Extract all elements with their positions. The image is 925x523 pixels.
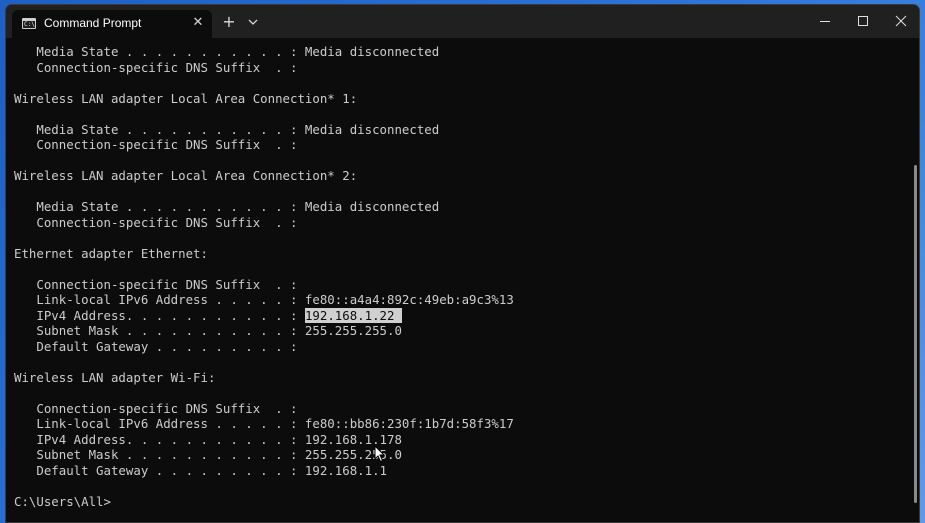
console-line: Link-local IPv6 Address . . . . . : fe80… xyxy=(14,416,514,431)
console-line: Connection-specific DNS Suffix . : xyxy=(14,59,298,75)
console-line-ipv4-ethernet: IPv4 Address. . . . . . . . . . . : 192.… xyxy=(14,307,402,324)
console-line: Link-local IPv6 Address . . . . . : fe80… xyxy=(14,292,514,307)
console-line: Media State . . . . . . . . . . . : Medi… xyxy=(14,199,440,214)
console-line: Default Gateway . . . . . . . . . : xyxy=(14,338,298,354)
minimize-icon xyxy=(820,21,830,22)
console-line: Connection-specific DNS Suffix . : xyxy=(14,276,298,292)
terminal-icon: C:\ xyxy=(22,18,36,29)
text-selection[interactable]: 192.168.1.22 xyxy=(304,307,402,323)
console-line: Connection-specific DNS Suffix . : xyxy=(14,214,298,230)
console-line: Wireless LAN adapter Wi-Fi: xyxy=(14,369,216,385)
console-line: Media State . . . . . . . . . . . : Medi… xyxy=(14,121,440,137)
console-line-prefix: IPv4 Address. . . . . . . . . . . : xyxy=(14,307,305,323)
console-line: Subnet Mask . . . . . . . . . . . : 255.… xyxy=(14,447,402,462)
minimize-button[interactable] xyxy=(806,5,844,38)
scrollbar[interactable] xyxy=(914,165,917,503)
terminal-window: C:\ Command Prompt ✕ + Media State . . .… xyxy=(5,4,920,523)
title-bar[interactable]: C:\ Command Prompt ✕ + xyxy=(6,5,919,38)
chevron-down-icon[interactable] xyxy=(245,14,261,30)
window-close-button[interactable] xyxy=(882,5,919,38)
console-line: Default Gateway . . . . . . . . . : 192.… xyxy=(14,462,387,478)
console-line: Connection-specific DNS Suffix . : xyxy=(14,137,298,152)
command-prompt[interactable]: C:\Users\All> xyxy=(14,494,111,510)
tab-title: Command Prompt xyxy=(44,16,142,30)
new-tab-button[interactable]: + xyxy=(220,13,238,31)
maximize-icon xyxy=(858,16,868,26)
console-line: Ethernet adapter Ethernet: xyxy=(14,245,208,261)
console-line: Media State . . . . . . . . . . . : Medi… xyxy=(14,44,440,59)
close-icon[interactable]: ✕ xyxy=(190,14,206,32)
tab-command-prompt[interactable]: C:\ Command Prompt ✕ xyxy=(12,10,212,38)
console-output[interactable]: Media State . . . . . . . . . . . : Medi… xyxy=(6,38,906,522)
console-line: Subnet Mask . . . . . . . . . . . : 255.… xyxy=(14,323,402,338)
maximize-button[interactable] xyxy=(844,5,882,38)
console-line: Wireless LAN adapter Local Area Connecti… xyxy=(14,90,358,106)
desktop: C:\ Command Prompt ✕ + Media State . . .… xyxy=(0,0,925,523)
mouse-cursor-icon xyxy=(374,444,386,463)
console-line: Connection-specific DNS Suffix . : xyxy=(14,400,298,416)
window-close-icon xyxy=(895,15,907,27)
console-line: IPv4 Address. . . . . . . . . . . : 192.… xyxy=(14,431,402,447)
console-line: Wireless LAN adapter Local Area Connecti… xyxy=(14,168,358,183)
